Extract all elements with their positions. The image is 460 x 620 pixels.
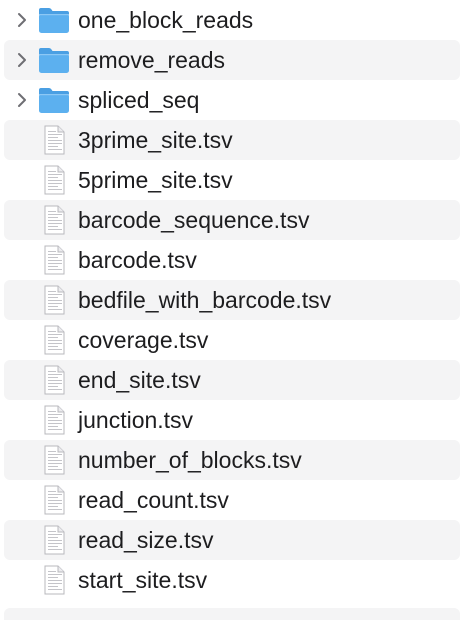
item-name: read_count.tsv (78, 487, 229, 513)
folder-icon (37, 45, 71, 75)
folder-row[interactable]: one_block_reads (4, 0, 460, 40)
item-name: 3prime_site.tsv (78, 127, 233, 153)
item-name: coverage.tsv (78, 327, 209, 353)
file-row[interactable]: coverage.tsv (4, 320, 460, 360)
item-name: barcode_sequence.tsv (78, 207, 310, 233)
folder-icon (37, 85, 71, 115)
file-row[interactable]: barcode.tsv (4, 240, 460, 280)
item-name: one_block_reads (78, 7, 254, 33)
list-row-partial (4, 608, 460, 620)
item-name: bedfile_with_barcode.tsv (78, 287, 332, 313)
chevron-right-icon[interactable] (15, 52, 29, 68)
item-name: 5prime_site.tsv (78, 167, 233, 193)
item-name: start_site.tsv (78, 567, 208, 593)
item-name: barcode.tsv (78, 247, 197, 273)
item-name: end_site.tsv (78, 367, 201, 393)
file-list: one_block_reads remove_reads spliced_seq 3p… (0, 0, 460, 620)
document-icon (37, 285, 71, 315)
folder-row[interactable]: spliced_seq (4, 80, 460, 120)
file-row[interactable]: read_count.tsv (4, 480, 460, 520)
document-icon (37, 525, 71, 555)
document-icon (37, 565, 71, 595)
document-icon (37, 205, 71, 235)
file-row[interactable]: read_size.tsv (4, 520, 460, 560)
chevron-right-icon[interactable] (15, 92, 29, 108)
file-row[interactable]: 3prime_site.tsv (4, 120, 460, 160)
document-icon (37, 405, 71, 435)
document-icon (37, 365, 71, 395)
document-icon (37, 165, 71, 195)
file-row[interactable]: start_site.tsv (4, 560, 460, 600)
document-icon (37, 445, 71, 475)
document-icon (37, 245, 71, 275)
document-icon (37, 325, 71, 355)
file-row[interactable]: end_site.tsv (4, 360, 460, 400)
item-name: remove_reads (78, 47, 226, 73)
file-row[interactable]: 5prime_site.tsv (4, 160, 460, 200)
file-row[interactable]: barcode_sequence.tsv (4, 200, 460, 240)
document-icon (37, 125, 71, 155)
file-row[interactable]: bedfile_with_barcode.tsv (4, 280, 460, 320)
item-name: junction.tsv (78, 407, 194, 433)
item-name: spliced_seq (78, 87, 200, 113)
file-row[interactable]: junction.tsv (4, 400, 460, 440)
folder-row[interactable]: remove_reads (4, 40, 460, 80)
file-row[interactable]: number_of_blocks.tsv (4, 440, 460, 480)
item-name: number_of_blocks.tsv (78, 447, 302, 473)
chevron-right-icon[interactable] (15, 12, 29, 28)
document-icon (37, 485, 71, 515)
folder-icon (37, 5, 71, 35)
item-name: read_size.tsv (78, 527, 214, 553)
